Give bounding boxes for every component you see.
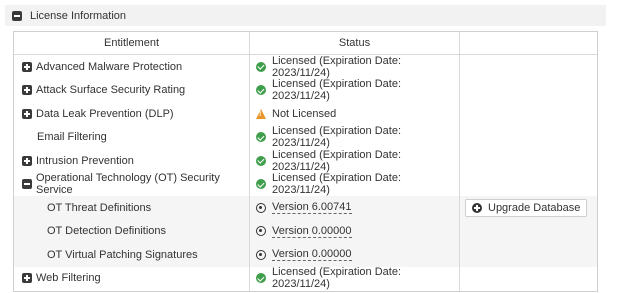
plus-circle-icon [472,202,482,213]
radio-icon [256,202,266,213]
status-text: Licensed (Expiration Date: 2023/11/24) [272,148,402,173]
entitlement-name: Operational Technology (OT) Security Ser… [36,172,220,197]
column-divider [249,32,250,291]
status-text: Licensed (Expiration Date: 2023/11/24) [272,125,402,150]
status-text: Licensed (Expiration Date: 2023/11/24) [272,78,402,103]
entitlement-cell: Attack Surface Security Rating [14,79,249,103]
check-circle-icon [256,85,266,96]
version-link[interactable]: Version 0.00000 [272,248,352,262]
entitlement-cell: Data Leak Prevention (DLP) [14,102,249,126]
status-cell: Licensed (Expiration Date: 2023/11/24) [250,149,459,173]
check-circle-icon [256,155,266,166]
status-cell: Not Licensed [250,102,459,126]
entitlement-cell: Email Filtering [14,126,249,150]
table-row-child: OT Virtual Patching Signatures Version 0… [14,243,597,267]
expand-plus-icon[interactable] [22,155,32,166]
entitlement-name: OT Detection Definitions [47,225,167,238]
expand-plus-icon[interactable] [22,108,32,119]
entitlement-name: Data Leak Prevention (DLP) [36,107,174,120]
radio-icon [256,249,266,260]
entitlement-name: Web Filtering [36,272,101,285]
entitlement-cell: OT Threat Definitions [14,196,249,220]
action-cell: Upgrade Database [460,196,597,220]
check-circle-icon [256,179,266,190]
table-row: Attack Surface Security Rating Licensed … [14,78,597,103]
expand-plus-icon[interactable] [22,273,32,284]
column-header-status[interactable]: Status [250,32,459,54]
entitlement-cell: Intrusion Prevention [14,149,249,173]
expand-plus-icon[interactable] [22,85,32,96]
status-cell: Version 6.00741 [250,196,459,220]
entitlement-cell: OT Detection Definitions [14,220,249,244]
version-link[interactable]: Version 6.00741 [272,201,352,215]
entitlement-cell: Web Filtering [14,267,249,291]
entitlement-name: OT Virtual Patching Signatures [47,248,198,261]
collapse-minus-icon[interactable] [12,10,22,21]
entitlement-name: OT Threat Definitions [47,201,152,214]
check-circle-icon [256,61,266,72]
radio-icon [256,226,266,237]
status-cell: Licensed (Expiration Date: 2023/11/24) [250,78,459,103]
expand-plus-icon[interactable] [22,61,32,72]
table-row-child: OT Detection Definitions Version 0.00000 [14,219,597,244]
table-row-child: OT Threat Definitions Version 6.00741 Up… [14,196,597,220]
status-cell: Licensed (Expiration Date: 2023/11/24) [250,266,459,291]
status-cell: Licensed (Expiration Date: 2023/11/24) [250,55,459,79]
entitlement-cell: Advanced Malware Protection [14,55,249,79]
upgrade-database-button[interactable]: Upgrade Database [465,198,588,217]
column-header-entitlement[interactable]: Entitlement [14,32,249,54]
table-header: Entitlement Status [14,32,597,55]
upgrade-database-label: Upgrade Database [488,201,581,214]
entitlement-name: Advanced Malware Protection [36,60,183,73]
warning-icon [256,108,266,119]
check-circle-icon [256,273,266,284]
entitlement-name: Attack Surface Security Rating [36,84,186,97]
status-cell: Version 0.00000 [250,243,459,267]
table-row: Web Filtering Licensed (Expiration Date:… [14,266,597,291]
status-cell: Licensed (Expiration Date: 2023/11/24) [250,172,459,197]
table-row: Operational Technology (OT) Security Ser… [14,172,597,197]
license-table: Entitlement Status Advanced Malware Prot… [13,31,598,292]
table-row: Email Filtering Licensed (Expiration Dat… [14,125,597,150]
version-link[interactable]: Version 0.00000 [272,225,352,238]
collapse-minus-icon[interactable] [22,179,32,190]
status-text: Licensed (Expiration Date: 2023/11/24) [272,266,402,291]
entitlement-name: Intrusion Prevention [36,154,134,167]
license-information-header[interactable]: License Information [5,5,606,26]
section-title: License Information [30,9,126,22]
entitlement-cell: Operational Technology (OT) Security Ser… [14,172,249,197]
status-cell: Licensed (Expiration Date: 2023/11/24) [250,125,459,150]
table-row: Advanced Malware Protection Licensed (Ex… [14,55,597,79]
table-row: Intrusion Prevention Licensed (Expiratio… [14,149,597,173]
table-row: Data Leak Prevention (DLP) Not Licensed [14,102,597,126]
entitlement-name: Email Filtering [37,131,107,144]
status-cell: Version 0.00000 [250,220,459,244]
check-circle-icon [256,132,266,143]
status-text: Licensed (Expiration Date: 2023/11/24) [272,54,402,79]
status-text: Not Licensed [272,107,337,120]
column-divider [459,32,460,291]
entitlement-cell: OT Virtual Patching Signatures [14,243,249,267]
status-text: Licensed (Expiration Date: 2023/11/24) [272,172,402,197]
